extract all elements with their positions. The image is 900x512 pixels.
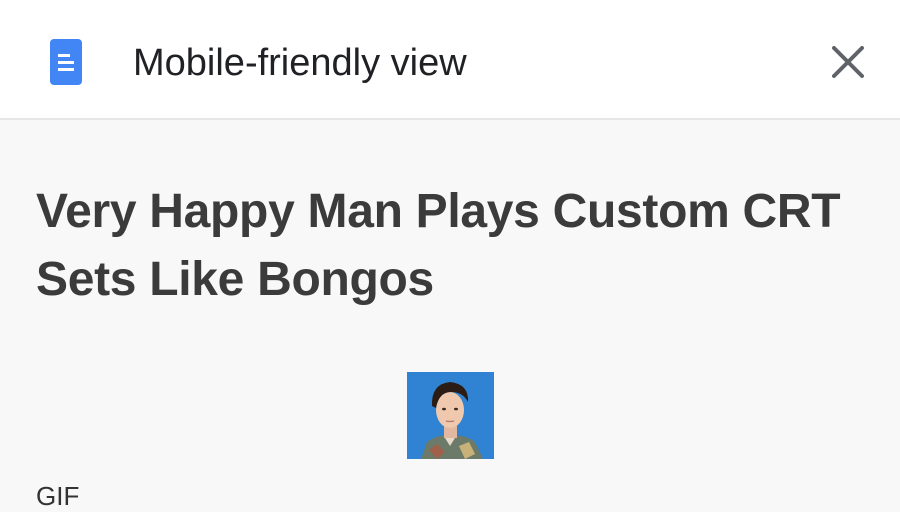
author-photo — [407, 372, 494, 459]
document-icon — [50, 39, 82, 85]
view-title: Mobile-friendly view — [133, 42, 467, 84]
article-content: Very Happy Man Plays Custom CRT Sets Lik… — [0, 120, 900, 511]
media-type-label: GIF — [36, 481, 80, 511]
article-title: Very Happy Man Plays Custom CRT Sets Lik… — [36, 185, 841, 306]
close-icon[interactable] — [826, 40, 870, 84]
top-bar: Mobile-friendly view — [0, 0, 900, 120]
